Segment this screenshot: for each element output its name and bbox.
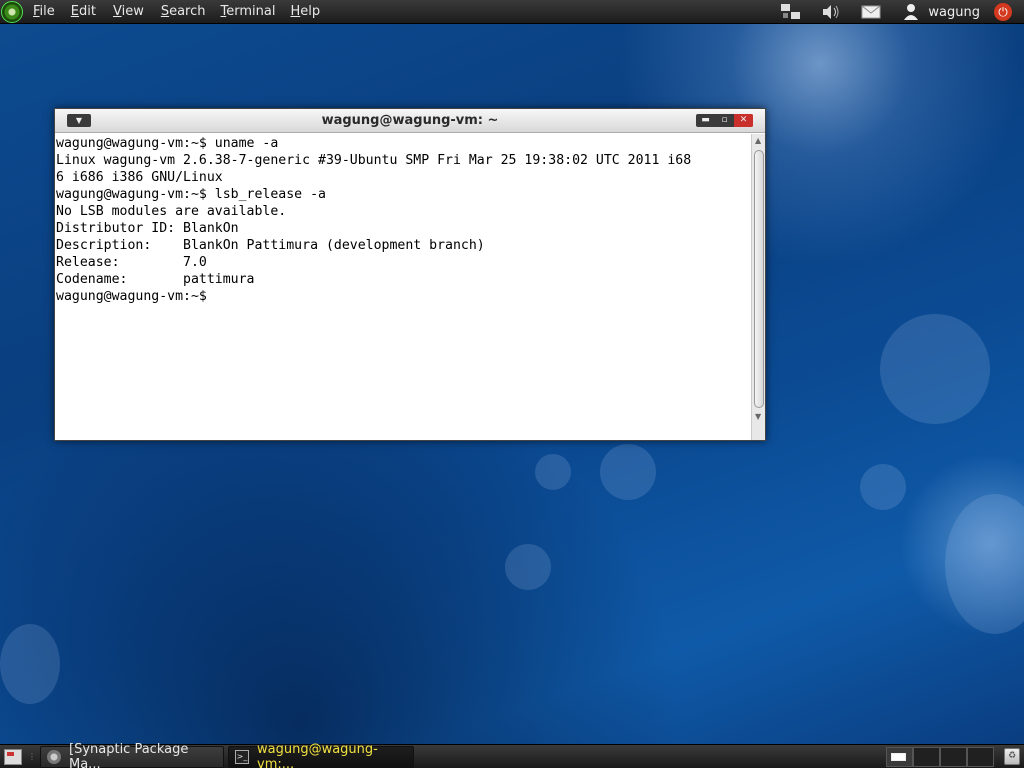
terminal-line: 6 i686 i386 GNU/Linux: [56, 170, 223, 185]
terminal-line: wagung@wagung-vm:~$ uname -a: [56, 136, 279, 151]
menu-file[interactable]: File: [33, 4, 55, 19]
taskbar-item-synaptic[interactable]: [Synaptic Package Ma...: [40, 742, 224, 768]
workspace-4[interactable]: [967, 747, 994, 767]
task-label: wagung@wagung-vm:...: [257, 741, 378, 768]
task-label: [Synaptic Package Ma...: [69, 741, 189, 768]
workspace-switcher: [886, 747, 994, 767]
bottom-panel: ⋮ [Synaptic Package Ma... >_ wagung@wagu…: [0, 742, 1024, 768]
close-button[interactable]: ✕: [734, 114, 753, 127]
menu-search[interactable]: Search: [161, 4, 206, 19]
terminal-line: No LSB modules are available.: [56, 204, 287, 219]
terminal-line: Codename: pattimura: [56, 272, 255, 287]
window-menu-button[interactable]: ▼: [67, 114, 91, 127]
terminal-icon: >_: [235, 749, 249, 764]
terminal-window: ▼ wagung@wagung-vm: ~ ▬ ▫ ✕ wagung@wagun…: [54, 108, 766, 441]
top-panel: File Edit View Search Terminal Help wagu…: [0, 0, 1024, 24]
terminal-line: Distributor ID: BlankOn: [56, 221, 239, 236]
taskbar-item-terminal[interactable]: >_ wagung@wagung-vm:...: [228, 742, 414, 768]
workspace-3[interactable]: [940, 747, 967, 767]
workspace-2[interactable]: [913, 747, 940, 767]
scroll-down-arrow-icon[interactable]: ▼: [755, 412, 761, 421]
synaptic-icon: [47, 749, 61, 764]
mail-icon[interactable]: [860, 3, 882, 21]
trash-icon[interactable]: ♻: [1004, 748, 1020, 765]
show-desktop-icon[interactable]: [4, 748, 22, 765]
terminal-line: wagung@wagung-vm:~$ lsb_release -a: [56, 187, 326, 202]
minimize-button[interactable]: ▬: [696, 114, 715, 127]
window-titlebar[interactable]: ▼ wagung@wagung-vm: ~ ▬ ▫ ✕: [55, 109, 765, 133]
scrollbar[interactable]: ▲ ▼: [751, 134, 765, 440]
scrollbar-thumb[interactable]: [754, 150, 764, 408]
main-menu-logo-icon[interactable]: [1, 0, 23, 23]
terminal-prompt-line[interactable]: wagung@wagung-vm:~$: [56, 288, 750, 305]
menu-terminal[interactable]: Terminal: [221, 4, 276, 19]
maximize-button[interactable]: ▫: [715, 114, 734, 127]
menu-edit[interactable]: Edit: [71, 4, 96, 19]
terminal-line: Linux wagung-vm 2.6.38-7-generic #39-Ubu…: [56, 153, 692, 168]
terminal-line: Description: BlankOn Pattimura (developm…: [56, 238, 485, 253]
user-name[interactable]: wagung: [928, 5, 980, 20]
terminal-output[interactable]: wagung@wagung-vm:~$ uname -a Linux wagun…: [55, 134, 751, 440]
menu-view[interactable]: View: [113, 4, 144, 19]
window-title: wagung@wagung-vm: ~: [321, 113, 499, 128]
power-icon[interactable]: ⏻: [994, 3, 1012, 21]
user-icon: [900, 3, 922, 21]
network-icon[interactable]: [780, 3, 802, 21]
menu-help[interactable]: Help: [290, 4, 320, 19]
workspace-1[interactable]: [886, 747, 913, 767]
volume-icon[interactable]: [820, 3, 842, 21]
terminal-line: Release: 7.0: [56, 255, 207, 270]
system-tray: wagung ⏻: [771, 0, 1024, 24]
window-controls: ▬ ▫ ✕: [696, 114, 753, 127]
scroll-up-arrow-icon[interactable]: ▲: [755, 136, 761, 145]
panel-handle-icon[interactable]: ⋮: [28, 749, 36, 765]
